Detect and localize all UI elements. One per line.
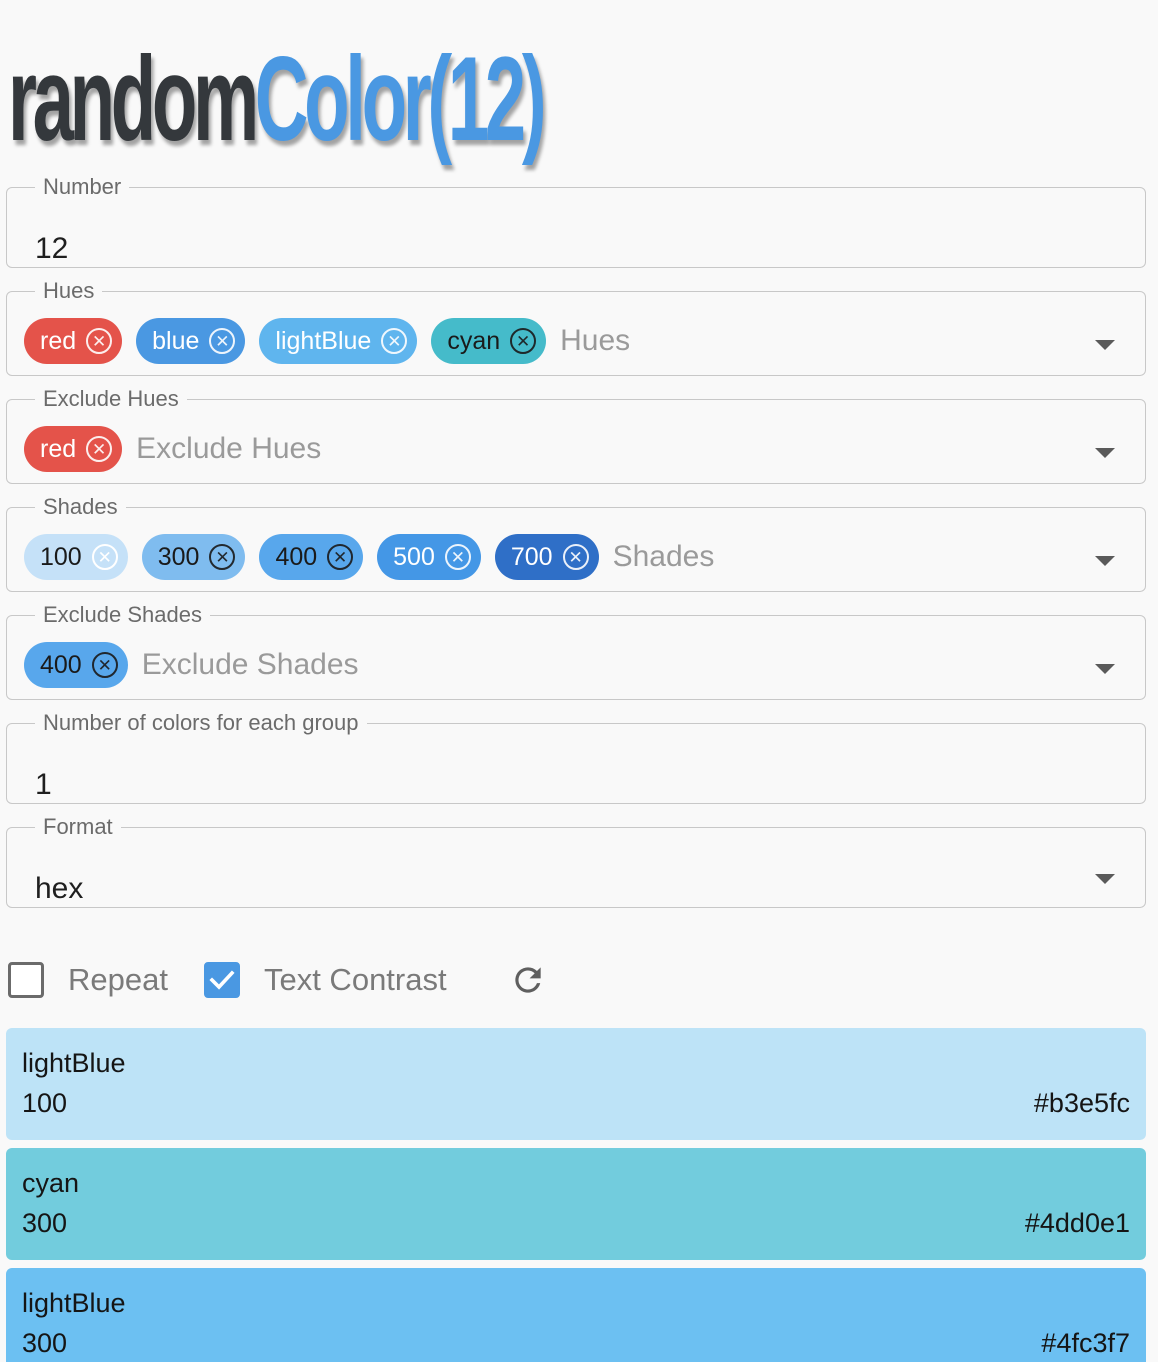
chevron-down-icon[interactable]: [1095, 874, 1115, 884]
close-icon[interactable]: ✕: [444, 544, 471, 570]
chip-label: lightBlue: [275, 326, 372, 355]
color-hex: #4dd0e1: [1024, 1208, 1130, 1238]
chip-label: 700: [510, 542, 553, 571]
chip-label: red: [40, 326, 77, 355]
chip-label: red: [40, 434, 77, 463]
chip-label: 400: [275, 542, 318, 571]
format-select[interactable]: Format hex: [6, 816, 1146, 908]
number-value[interactable]: 12: [35, 232, 68, 266]
hues-chip-list: red ✕ blue ✕ lightBlue ✕ cyan ✕ Hues: [24, 318, 630, 364]
exclude-hues-label: Exclude Hues: [43, 386, 179, 411]
exclude-hues-select[interactable]: Exclude Hues red ✕ Exclude Hues: [6, 388, 1146, 484]
color-name: lightBlue: [22, 1288, 126, 1318]
color-hex: #b3e5fc: [1033, 1088, 1130, 1118]
shades-select[interactable]: Shades 100 ✕ 300 ✕ 400 ✕ 500 ✕ 700 ✕ Shades: [6, 496, 1146, 592]
exclude-shades-chip-list: 400 ✕ Exclude Shades: [24, 642, 359, 688]
color-shade: 300: [22, 1328, 68, 1358]
close-icon[interactable]: ✕: [209, 544, 236, 570]
chip-label: 400: [40, 650, 82, 679]
format-label: Format: [43, 814, 113, 839]
chevron-down-icon[interactable]: [1095, 340, 1115, 350]
group-count-label: Number of colors for each group: [43, 710, 359, 735]
chip-400[interactable]: 400 ✕: [259, 534, 364, 580]
chip-lightBlue[interactable]: lightBlue ✕: [259, 318, 418, 364]
color-shade: 300: [22, 1208, 68, 1238]
shades-chip-list: 100 ✕ 300 ✕ 400 ✕ 500 ✕ 700 ✕ Shades: [24, 534, 714, 580]
chip-label: cyan: [447, 326, 501, 355]
hues-select[interactable]: Hues red ✕ blue ✕ lightBlue ✕ cyan ✕ Hues: [6, 280, 1146, 376]
text-contrast-label[interactable]: Text Contrast: [264, 962, 447, 998]
color-card[interactable]: lightBlue 100 #b3e5fc: [6, 1028, 1146, 1140]
close-icon[interactable]: ✕: [209, 328, 236, 354]
exclude-shades-label: Exclude Shades: [43, 602, 202, 627]
close-icon[interactable]: ✕: [327, 544, 354, 570]
app-title-part2: Color(12): [254, 32, 547, 166]
checkmark-icon: [209, 970, 235, 990]
exclude-shades-placeholder[interactable]: Exclude Shades: [142, 648, 359, 682]
chip-100[interactable]: 100 ✕: [24, 534, 128, 580]
chip-red[interactable]: red ✕: [24, 426, 123, 472]
close-icon[interactable]: ✕: [91, 544, 118, 570]
chip-label: 100: [40, 542, 82, 571]
chip-500[interactable]: 500 ✕: [377, 534, 481, 580]
chip-blue[interactable]: blue ✕: [136, 318, 246, 364]
shades-placeholder[interactable]: Shades: [613, 540, 715, 574]
controls-row: Repeat Text Contrast: [8, 960, 547, 1000]
repeat-checkbox[interactable]: [8, 962, 44, 998]
exclude-hues-placeholder[interactable]: Exclude Hues: [136, 432, 321, 466]
close-icon[interactable]: ✕: [86, 328, 113, 354]
chevron-down-icon[interactable]: [1095, 664, 1115, 674]
close-icon[interactable]: ✕: [562, 544, 589, 570]
text-contrast-checkbox[interactable]: [203, 962, 240, 998]
exclude-hues-chip-list: red ✕ Exclude Hues: [24, 426, 321, 472]
close-icon[interactable]: ✕: [381, 328, 408, 354]
exclude-shades-select[interactable]: Exclude Shades 400 ✕ Exclude Shades: [6, 604, 1146, 700]
refresh-icon[interactable]: [509, 961, 547, 999]
number-field[interactable]: Number 12: [6, 176, 1146, 268]
chip-400[interactable]: 400 ✕: [24, 642, 128, 688]
chip-label: blue: [152, 326, 200, 355]
color-shade: 100: [22, 1088, 68, 1118]
close-icon[interactable]: ✕: [510, 328, 537, 354]
repeat-label[interactable]: Repeat: [68, 962, 168, 998]
chevron-down-icon[interactable]: [1095, 556, 1115, 566]
app-title-part1: random: [8, 32, 259, 166]
chip-red[interactable]: red ✕: [24, 318, 123, 364]
chip-cyan[interactable]: cyan ✕: [431, 318, 547, 364]
color-name: lightBlue: [22, 1048, 126, 1078]
group-count-value[interactable]: 1: [35, 768, 52, 802]
color-card[interactable]: cyan 300 #4dd0e1: [6, 1148, 1146, 1260]
group-count-field[interactable]: Number of colors for each group 1: [6, 712, 1146, 804]
chip-label: 300: [157, 542, 200, 571]
chip-700[interactable]: 700 ✕: [494, 534, 599, 580]
shades-label: Shades: [43, 494, 118, 519]
chip-300[interactable]: 300 ✕: [141, 534, 246, 580]
hues-placeholder[interactable]: Hues: [560, 324, 630, 358]
chevron-down-icon[interactable]: [1095, 448, 1115, 458]
color-card[interactable]: lightBlue 300 #4fc3f7: [6, 1268, 1146, 1362]
color-name: cyan: [22, 1168, 80, 1198]
app-title: randomColor(12): [8, 32, 547, 166]
number-label: Number: [43, 174, 122, 199]
close-icon[interactable]: ✕: [86, 436, 113, 462]
color-hex: #4fc3f7: [1041, 1328, 1130, 1358]
hues-label: Hues: [43, 278, 95, 303]
close-icon[interactable]: ✕: [91, 652, 118, 678]
chip-label: 500: [393, 542, 435, 571]
format-value[interactable]: hex: [35, 872, 83, 906]
